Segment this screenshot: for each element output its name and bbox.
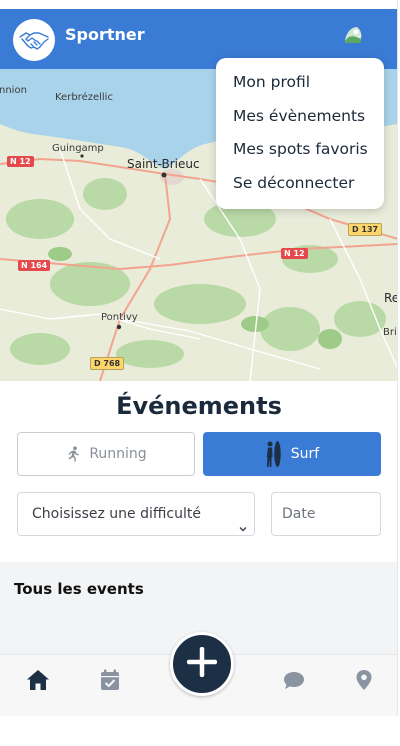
map-road-label: N 12: [281, 248, 308, 259]
map-road-label: N 164: [18, 260, 51, 271]
menu-item-favorite-spots[interactable]: Mes spots favoris: [216, 137, 384, 171]
events-title: Événements: [116, 392, 282, 420]
surfer-icon: [265, 439, 283, 469]
map-road-label: D 768: [90, 357, 125, 370]
difficulty-select-value: Choisissez une difficulté: [32, 506, 201, 522]
map-place-label: Bri: [383, 327, 397, 338]
map-road-label: N 12: [7, 156, 34, 167]
user-dropdown-menu: Mon profil Mes évènements Mes spots favo…: [216, 58, 384, 209]
app-screen: Sportner nnion Kerbrézellic Guingamp Sai…: [0, 0, 398, 716]
date-input[interactable]: [271, 492, 381, 536]
map-place-label: Saint-Brieuc: [127, 157, 200, 171]
difficulty-select[interactable]: Choisissez une difficulté: [17, 492, 255, 536]
map-place-label: Re: [384, 291, 398, 305]
map-place-label: Pontivy: [101, 312, 138, 323]
calendar-check-icon[interactable]: [98, 668, 122, 692]
profile-avatar[interactable]: [341, 23, 365, 47]
sport-running-label: Running: [89, 446, 147, 462]
chevron-down-icon: [238, 509, 248, 551]
map-place-label: nnion: [0, 85, 27, 96]
home-icon[interactable]: [26, 668, 50, 692]
map-place-label: Guingamp: [52, 143, 104, 154]
add-event-button[interactable]: [170, 632, 234, 696]
menu-item-profile[interactable]: Mon profil: [216, 70, 384, 104]
menu-item-my-events[interactable]: Mes évènements: [216, 104, 384, 138]
location-pin-icon[interactable]: [352, 668, 376, 692]
map-place-label: Kerbrézellic: [55, 92, 113, 103]
all-events-heading: Tous les events: [14, 580, 144, 598]
running-icon: [65, 446, 81, 462]
sport-surf-button[interactable]: Surf: [203, 432, 381, 476]
handshake-icon[interactable]: [13, 19, 55, 61]
menu-item-logout[interactable]: Se déconnecter: [216, 171, 384, 205]
sport-surf-label: Surf: [290, 446, 320, 462]
app-title: Sportner: [65, 25, 145, 44]
plus-icon: [186, 646, 218, 682]
chat-bubble-icon[interactable]: [282, 668, 306, 692]
map-road-label: D 137: [348, 223, 383, 236]
sport-running-button[interactable]: Running: [17, 432, 195, 476]
